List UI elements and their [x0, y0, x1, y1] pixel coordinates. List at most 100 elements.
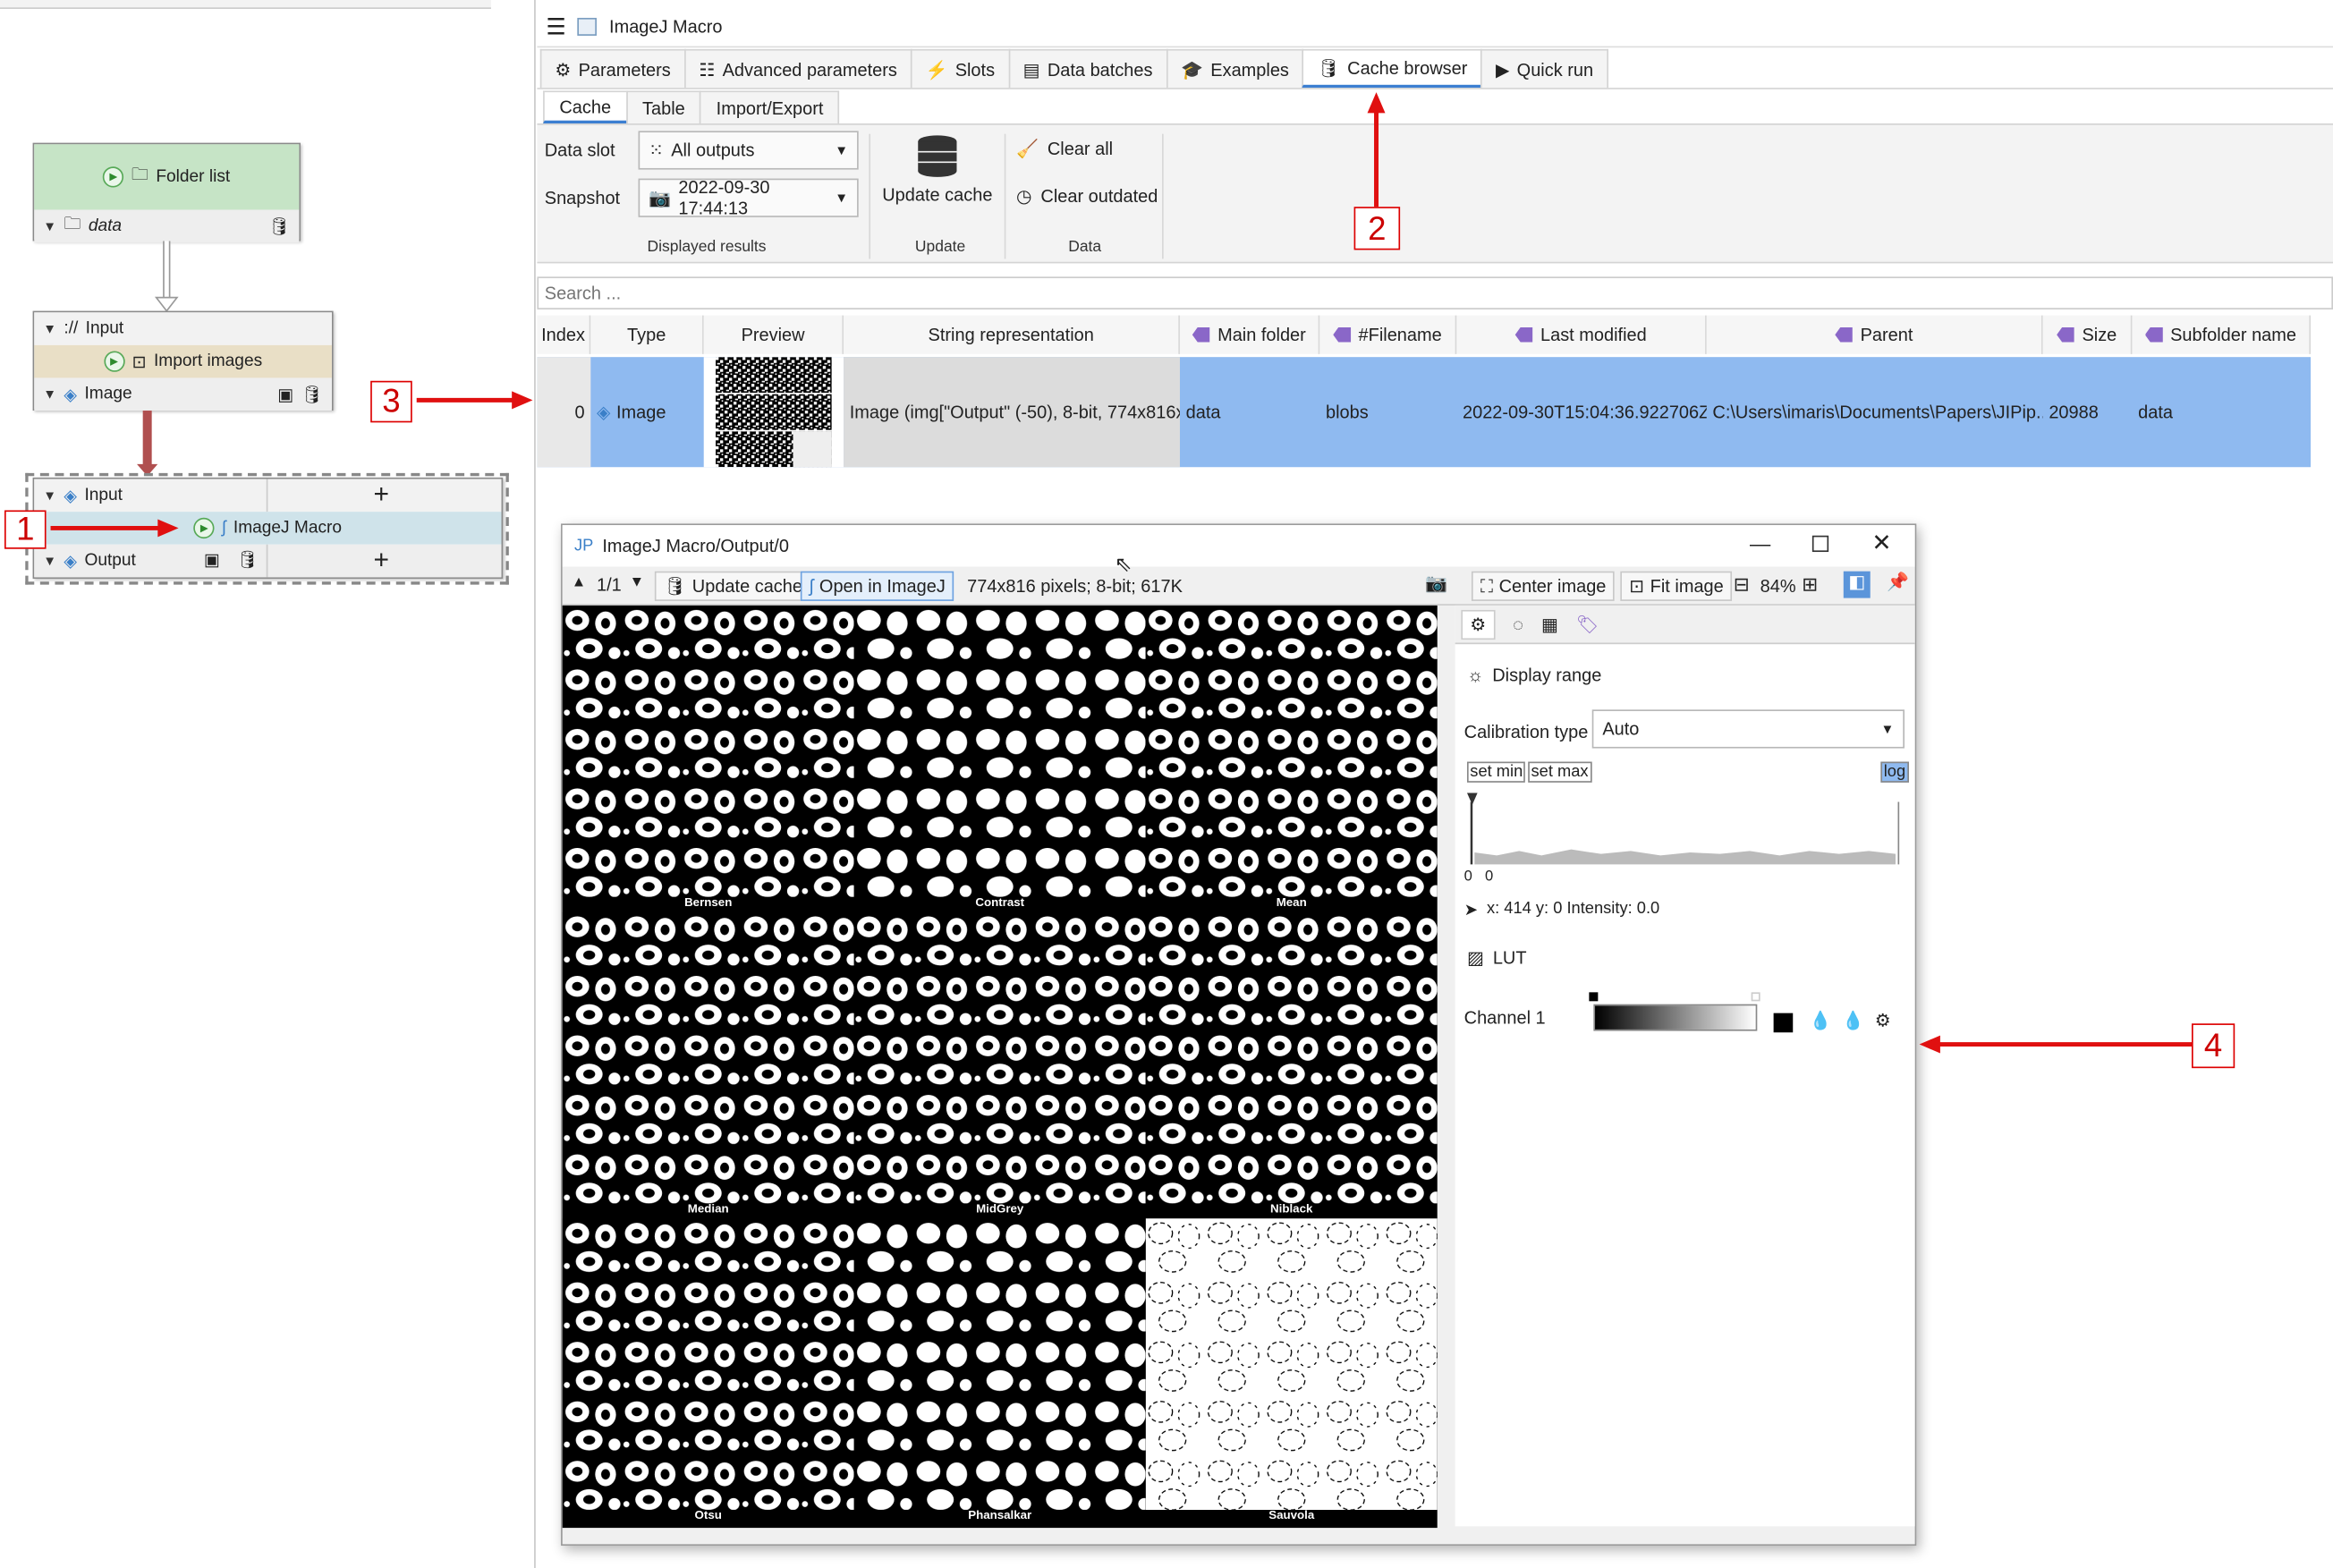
update-cache-button[interactable]: 🛢 Update cache: [654, 571, 811, 601]
tile-sauvola: Sauvola: [1145, 1218, 1438, 1525]
chevron-down-icon[interactable]: ▼: [43, 218, 56, 233]
open-in-imagej-button[interactable]: ʃ Open in ImageJ: [800, 571, 954, 601]
close-icon[interactable]: ✕: [1871, 528, 1891, 557]
sidebar-toggle-icon[interactable]: ◧: [1843, 571, 1871, 598]
output-slot[interactable]: ▼ 🗀 data 🛢: [34, 209, 300, 243]
tab-label: Quick run: [1516, 58, 1594, 80]
cache-toolbar: Data slot ⁙ All outputs ▼ Snapshot 📷 2022-0…: [537, 123, 2333, 264]
column-header-subfolder[interactable]: Subfolder name: [2132, 315, 2312, 354]
menu-icon[interactable]: ☰: [546, 13, 565, 39]
tab-label: Examples: [1210, 58, 1289, 80]
column-header-last-modified[interactable]: Last modified: [1456, 315, 1707, 354]
invert-drop-icon[interactable]: 💧: [1810, 1010, 1832, 1030]
subtab-import-export[interactable]: Import/Export: [700, 90, 840, 124]
update-cache-button[interactable]: Update cache: [879, 134, 996, 224]
column-header-main-folder[interactable]: Main folder: [1179, 315, 1320, 354]
lut-gradient[interactable]: [1593, 1004, 1758, 1031]
import-images-node[interactable]: ▼ :// Input ▶ ⊡ Import images ▼ ◈ Image …: [32, 310, 334, 411]
lut-max-marker[interactable]: [1751, 992, 1760, 1002]
clear-outdated-button[interactable]: ◷ Clear outdated: [1016, 186, 1158, 207]
calibration-select[interactable]: Auto ▼: [1591, 709, 1905, 749]
add-input-button[interactable]: +: [373, 479, 388, 511]
graduation-icon: 🎓: [1181, 58, 1203, 80]
snapshot-camera-icon[interactable]: 📷: [1425, 572, 1447, 593]
column-header-string[interactable]: String representation: [844, 315, 1180, 354]
graph-editor-panel[interactable]: ▶ 🗀 Folder list ▼ 🗀 data 🛢 ▼ :// Input ▶…: [0, 0, 536, 1568]
column-header-preview[interactable]: Preview: [703, 315, 844, 354]
next-page-icon[interactable]: ▼: [630, 574, 644, 590]
zoom-in-icon[interactable]: ⊞: [1802, 572, 1818, 597]
set-max-button[interactable]: set max: [1528, 761, 1591, 783]
annotation-label-2: 2: [1353, 207, 1401, 250]
column-header-type[interactable]: Type: [590, 315, 704, 354]
chevron-down-icon[interactable]: ▼: [43, 554, 56, 569]
layers-icon: ◈: [64, 487, 78, 506]
node-header: ▶ ⊡ Import images: [34, 344, 332, 378]
slot-label: Image: [84, 385, 132, 403]
add-output-button[interactable]: +: [373, 545, 388, 576]
chevron-down-icon[interactable]: ▼: [43, 386, 56, 402]
histogram[interactable]: [1466, 790, 1905, 867]
chevron-down-icon[interactable]: ▼: [43, 488, 56, 504]
input-slot[interactable]: ▼ ◈ Input +: [34, 479, 502, 513]
settings-tab-gear-icon[interactable]: ⚙: [1461, 609, 1496, 640]
tab-cache-browser[interactable]: 🛢 Cache browser: [1302, 48, 1483, 89]
search-input[interactable]: [537, 276, 2333, 309]
column-header-size[interactable]: Size: [2042, 315, 2133, 354]
snapshot-select[interactable]: 📷 2022-09-30 17:44:13 ▼: [638, 177, 859, 218]
column-header-index[interactable]: Index: [537, 315, 591, 354]
tab-advanced-parameters[interactable]: ☷ Advanced parameters: [683, 48, 912, 89]
center-image-button[interactable]: ⛶ Center image: [1471, 571, 1616, 601]
tab-slots[interactable]: ⚡ Slots: [910, 48, 1010, 89]
tag-icon: [2144, 326, 2163, 343]
zoom-level: 84%: [1760, 575, 1796, 597]
subtab-cache[interactable]: Cache: [543, 90, 628, 124]
fit-image-button[interactable]: ⊡ Fit image: [1620, 571, 1733, 601]
tab-data-batches[interactable]: ▤ Data batches: [1008, 48, 1168, 89]
output-slot[interactable]: ▼ ◈ Output ▣ 🛢 +: [34, 544, 502, 578]
maximize-icon[interactable]: [1811, 535, 1829, 553]
subtab-table[interactable]: Table: [625, 90, 702, 124]
cell-subfolder: data: [2138, 402, 2173, 423]
tab-quick-run[interactable]: ▶ Quick run: [1480, 48, 1608, 89]
column-header-parent[interactable]: Parent: [1706, 315, 2043, 354]
set-min-button[interactable]: set min: [1466, 761, 1526, 783]
zoom-out-icon[interactable]: ⊟: [1734, 572, 1750, 597]
tab-parameters[interactable]: ⚙ Parameters: [539, 48, 686, 89]
histogram-max: 0: [1484, 869, 1494, 886]
previous-page-icon[interactable]: ▲: [572, 574, 586, 590]
node-header: ▶ 🗀 Folder list: [34, 144, 300, 210]
run-icon[interactable]: ▶: [104, 351, 125, 372]
cache-icon: 🛢: [236, 552, 259, 571]
input-slot[interactable]: ▼ :// Input: [34, 312, 332, 345]
color-drop-icon[interactable]: 💧: [1842, 1010, 1864, 1030]
tag-tab-icon[interactable]: 🏷: [1576, 614, 1599, 634]
roi-tab-icon[interactable]: ◌: [1513, 614, 1523, 634]
output-slot[interactable]: ▼ ◈ Image ▣ 🛢: [34, 377, 332, 411]
column-header-filename[interactable]: #Filename: [1319, 315, 1457, 354]
measure-tab-icon[interactable]: ▦: [1541, 614, 1558, 634]
chevron-down-icon[interactable]: ▼: [43, 321, 56, 336]
clear-all-button[interactable]: 🧹 Clear all: [1016, 139, 1113, 159]
window-titlebar[interactable]: JP ImageJ Macro/Output/0 — ✕: [562, 525, 1915, 567]
pin-icon[interactable]: 📌: [1887, 572, 1909, 592]
color-swatch[interactable]: [1773, 1013, 1794, 1033]
minimize-icon[interactable]: —: [1750, 531, 1770, 555]
select-value: Auto: [1602, 718, 1640, 740]
image-viewer-window[interactable]: JP ImageJ Macro/Output/0 — ✕ ▲ 1/1 ▼ 🛢 Up…: [561, 523, 1917, 1547]
layers-icon: ◈: [596, 402, 611, 423]
run-icon[interactable]: ▶: [193, 517, 215, 539]
tab-label: Cache browser: [1347, 57, 1468, 79]
tab-examples[interactable]: 🎓 Examples: [1166, 48, 1304, 89]
run-icon[interactable]: ▶: [103, 166, 124, 188]
data-slot-select[interactable]: ⁙ All outputs ▼: [638, 131, 859, 170]
divider: [537, 88, 2333, 89]
imagej-macro-node[interactable]: ▼ ◈ Input + ▶ ʃ ImageJ Macro ▼ ◈ Output …: [32, 477, 504, 579]
log-toggle[interactable]: log: [1880, 761, 1909, 783]
header-label: #Filename: [1358, 324, 1442, 345]
image-canvas[interactable]: Bernsen Contrast Mean Median MidGrey Nib…: [562, 605, 1438, 1529]
folder-list-node[interactable]: ▶ 🗀 Folder list ▼ 🗀 data 🛢: [32, 142, 301, 243]
batches-icon: ▤: [1022, 58, 1040, 80]
lut-min-marker[interactable]: [1589, 992, 1599, 1002]
lut-settings-gear-icon[interactable]: ⚙: [1875, 1010, 1891, 1030]
